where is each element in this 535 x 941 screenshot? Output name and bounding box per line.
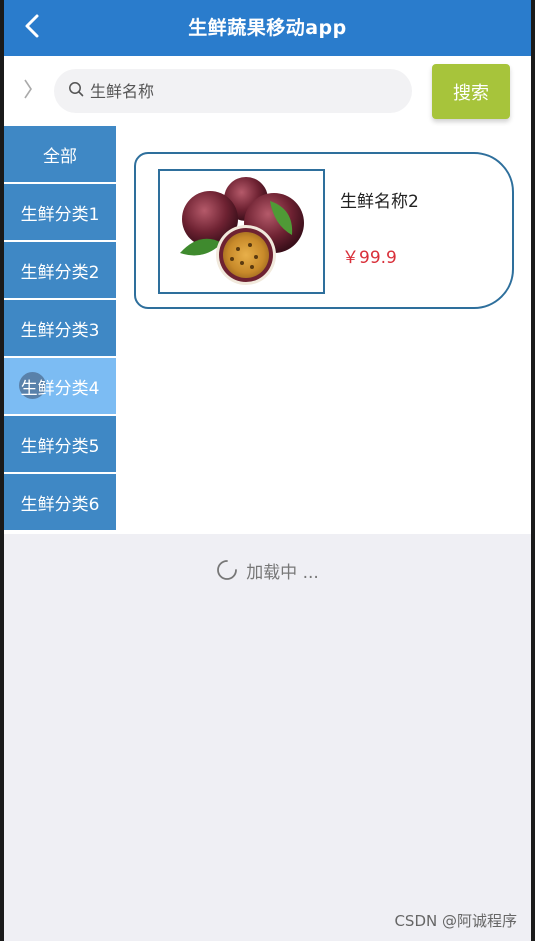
category-item-5[interactable]: 生鲜分类5	[4, 416, 116, 472]
product-card[interactable]: 生鲜名称2 ￥99.9	[134, 152, 514, 309]
category-item-6[interactable]: 生鲜分类6	[4, 474, 116, 530]
product-price: ￥99.9	[342, 248, 397, 268]
category-item-3[interactable]: 生鲜分类3	[4, 300, 116, 356]
search-bar: 搜索	[4, 56, 531, 126]
category-list: 全部 生鲜分类1 生鲜分类2 生鲜分类3 生鲜分类4 生鲜分类5 生鲜分类6	[4, 126, 116, 532]
main-content: 全部 生鲜分类1 生鲜分类2 生鲜分类3 生鲜分类4 生鲜分类5 生鲜分类6 生…	[4, 126, 531, 534]
header-bar: 生鲜蔬果移动app	[4, 0, 531, 56]
search-icon	[68, 81, 84, 101]
category-item-1[interactable]: 生鲜分类1	[4, 184, 116, 240]
search-box	[54, 69, 412, 113]
category-item-all[interactable]: 全部	[4, 126, 116, 182]
category-label: 生鲜分类4	[20, 378, 100, 399]
category-item-2[interactable]: 生鲜分类2	[4, 242, 116, 298]
sidebar-toggle-button[interactable]	[18, 76, 38, 106]
category-label: 生鲜分类5	[20, 436, 100, 457]
category-label: 生鲜分类6	[20, 494, 100, 515]
loading-text: 加载中 ...	[246, 562, 319, 583]
category-item-4[interactable]: 生鲜分类4	[4, 358, 116, 414]
category-label: 全部	[43, 146, 77, 167]
chevron-right-icon	[23, 78, 33, 104]
search-input[interactable]	[90, 81, 390, 101]
app-frame: 生鲜蔬果移动app 搜索 全部	[4, 0, 531, 941]
category-label: 生鲜分类3	[20, 320, 100, 341]
product-image[interactable]	[158, 169, 325, 294]
spinner-icon	[216, 559, 238, 581]
search-button[interactable]: 搜索	[432, 64, 510, 119]
watermark: CSDN @阿诚程序	[394, 912, 517, 930]
product-name: 生鲜名称2	[340, 192, 419, 212]
category-label: 生鲜分类2	[20, 262, 100, 283]
page-title: 生鲜蔬果移动app	[188, 17, 347, 39]
category-label: 生鲜分类1	[20, 204, 100, 225]
loading-indicator: 加载中 ...	[4, 558, 531, 583]
